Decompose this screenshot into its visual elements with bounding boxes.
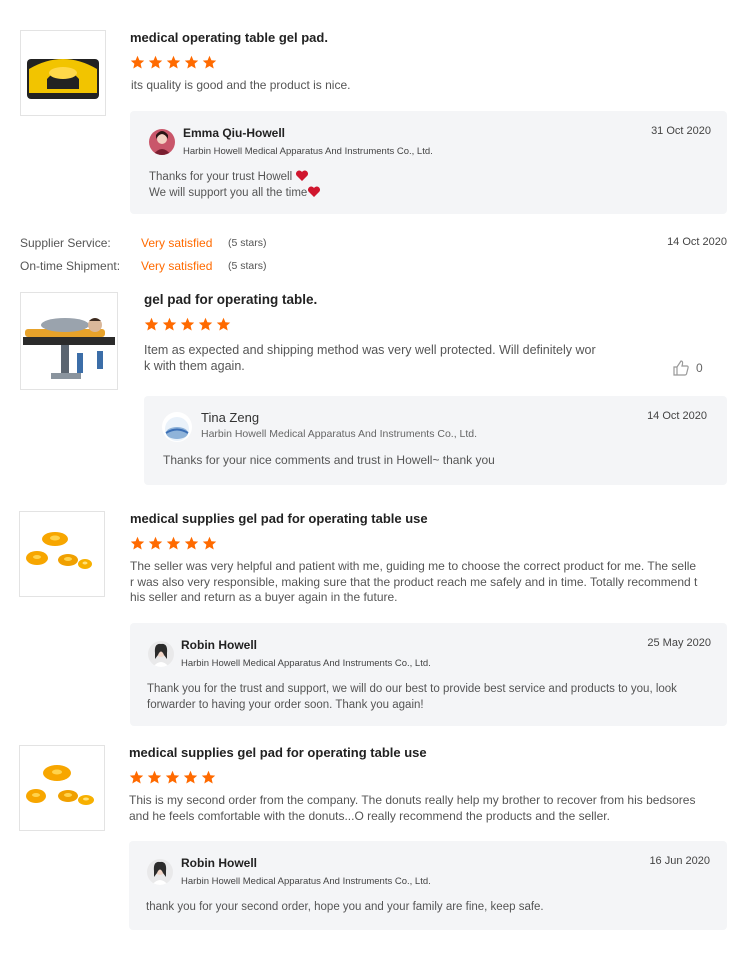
product-thumbnail[interactable] <box>19 745 105 831</box>
review-title: gel pad for operating table. <box>144 292 318 307</box>
supplier-service-value: Very satisfied <box>141 236 213 250</box>
star-icon <box>202 536 217 550</box>
star-icon <box>183 770 198 784</box>
star-icon <box>162 317 177 331</box>
product-thumbnail[interactable] <box>20 292 118 390</box>
review-text: This is my second order from the company… <box>129 793 719 824</box>
star-icon <box>202 55 217 69</box>
shipment-value: Very satisfied <box>141 259 213 273</box>
reply-text: thank you for your second order, hope yo… <box>146 901 544 913</box>
seller-reply: Robin Howell Harbin Howell Medical Appar… <box>129 841 727 930</box>
star-icon <box>165 770 180 784</box>
replier-company: Harbin Howell Medical Apparatus And Inst… <box>181 876 431 887</box>
replier-name: Emma Qiu-Howell <box>183 126 286 140</box>
reply-text: Thanks for your nice comments and trust … <box>163 453 495 467</box>
reply-date: 16 Jun 2020 <box>649 855 710 867</box>
review-text-line: The seller was very helpful and patient … <box>130 559 697 573</box>
supplier-service-label: Supplier Service: <box>20 236 111 250</box>
review-text-line: This is my second order from the company… <box>129 793 696 807</box>
replier-name: Tina Zeng <box>201 410 260 425</box>
star-icon <box>180 317 195 331</box>
replier-name: Robin Howell <box>181 638 257 652</box>
review-title: medical supplies gel pad for operating t… <box>130 511 428 526</box>
review-text-line: k with them again. <box>144 358 245 373</box>
like-count: 0 <box>696 361 703 375</box>
product-thumbnail[interactable] <box>20 30 106 116</box>
supplier-service-stars: (5 stars) <box>228 237 267 249</box>
review-text-line: Item as expected and shipping method was… <box>144 343 596 357</box>
product-thumbnail[interactable] <box>19 511 105 597</box>
reply-text: Thank you for the trust and support, we … <box>147 682 712 713</box>
replier-company: Harbin Howell Medical Apparatus And Inst… <box>183 146 433 157</box>
star-icon <box>144 317 159 331</box>
reply-text-line: forwarder to having your order soon. Tha… <box>147 698 424 711</box>
review-text-line: his seller and return as a buyer again i… <box>130 590 398 604</box>
avatar <box>149 129 175 155</box>
reply-text-line: We will support you all the time <box>149 186 308 199</box>
star-icon <box>201 770 216 784</box>
rating-stars <box>144 317 231 333</box>
gel-donut-pads-image <box>20 746 104 830</box>
star-icon <box>166 55 181 69</box>
star-icon <box>147 770 162 784</box>
reply-date: 25 May 2020 <box>647 637 711 649</box>
star-icon <box>166 536 181 550</box>
review-text: its quality is good and the product is n… <box>131 78 351 92</box>
avatar <box>147 859 173 885</box>
review-text-line: and he feels comfortable with the donuts… <box>129 808 610 823</box>
gel-donut-pads-image <box>20 512 104 596</box>
star-icon <box>184 536 199 550</box>
review-text: Item as expected and shipping method was… <box>144 343 644 374</box>
review-title: medical operating table gel pad. <box>130 30 328 45</box>
review-date: 14 Oct 2020 <box>667 236 727 248</box>
rating-stars <box>129 770 216 786</box>
review-text-line: r was also very responsible, making sure… <box>130 574 698 589</box>
howell-logo-icon <box>162 412 192 442</box>
replier-name: Robin Howell <box>181 856 257 870</box>
avatar <box>148 641 174 667</box>
replier-company: Harbin Howell Medical Apparatus And Inst… <box>181 658 431 669</box>
operating-table-image <box>21 293 117 389</box>
like-button[interactable]: 0 <box>672 359 703 377</box>
replier-company: Harbin Howell Medical Apparatus And Inst… <box>201 428 478 440</box>
reply-date: 14 Oct 2020 <box>647 410 707 422</box>
star-icon <box>216 317 231 331</box>
shipment-stars: (5 stars) <box>228 260 267 272</box>
avatar <box>162 412 192 442</box>
star-icon <box>130 55 145 69</box>
thumbs-up-icon <box>673 360 689 376</box>
star-icon <box>148 536 163 550</box>
rating-stars <box>130 536 217 552</box>
yellow-gel-pad-image <box>21 31 105 115</box>
reply-text: Thanks for your trust Howell We will sup… <box>149 170 321 201</box>
reply-text-line: Thanks for your trust Howell <box>149 171 293 183</box>
reply-date: 31 Oct 2020 <box>651 125 711 137</box>
star-icon <box>184 55 199 69</box>
seller-reply: Emma Qiu-Howell Harbin Howell Medical Ap… <box>130 111 727 214</box>
review-text: The seller was very helpful and patient … <box>130 559 700 606</box>
rating-stars <box>130 55 217 71</box>
reply-text-line: Thank you for the trust and support, we … <box>147 683 677 695</box>
heart-icon <box>296 170 309 181</box>
shipment-label: On-time Shipment: <box>20 259 121 273</box>
star-icon <box>198 317 213 331</box>
star-icon <box>130 536 145 550</box>
star-icon <box>148 55 163 69</box>
seller-reply: Robin Howell Harbin Howell Medical Appar… <box>130 623 727 726</box>
heart-icon <box>308 185 321 197</box>
seller-reply: Tina Zeng Harbin Howell Medical Apparatu… <box>144 396 727 485</box>
star-icon <box>129 770 144 784</box>
review-title: medical supplies gel pad for operating t… <box>129 745 427 760</box>
